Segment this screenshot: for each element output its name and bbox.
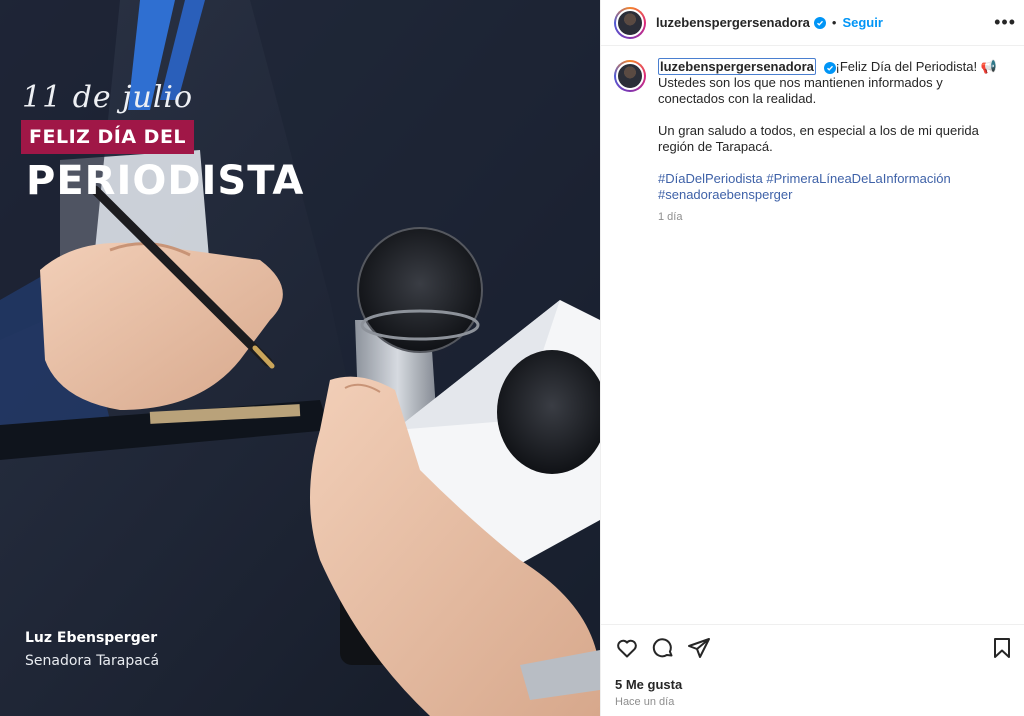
heart-icon[interactable] xyxy=(615,636,639,660)
bookmark-icon[interactable] xyxy=(990,636,1014,660)
caption-block: luzebenspergersenadora ¡Feliz Día del Pe… xyxy=(601,46,1024,225)
hashtag-link[interactable]: #PrimeraLíneaDeLaInformación xyxy=(766,171,950,186)
caption-text: luzebenspergersenadora ¡Feliz Día del Pe… xyxy=(658,58,1010,225)
caption-time: 1 día xyxy=(658,211,683,223)
post-signature-role: Senadora Tarapacá xyxy=(25,653,160,669)
author-avatar[interactable] xyxy=(614,6,646,39)
share-icon[interactable] xyxy=(687,636,711,660)
action-bar: 5 Me gusta Hace un día xyxy=(601,624,1024,708)
post-signature-name: Luz Ebensperger xyxy=(25,630,158,646)
caption-line-2: Ustedes son los que nos mantienen inform… xyxy=(658,75,943,106)
verified-icon xyxy=(823,62,836,74)
hashtag-link[interactable]: #senadoraebensperger xyxy=(658,187,792,202)
post-tag-banner: FELIZ DÍA DEL xyxy=(21,120,195,154)
verified-icon xyxy=(813,16,826,29)
post-side-panel: luzebenspergersenadora • Seguir ••• luze… xyxy=(600,0,1024,716)
posted-time: Hace un día xyxy=(615,696,675,708)
more-icon[interactable]: ••• xyxy=(994,12,1016,33)
caption-line-3: Un gran saludo a todos, en especial a lo… xyxy=(658,123,979,154)
post-headline: PERIODISTA xyxy=(26,158,305,204)
follow-button[interactable]: Seguir xyxy=(842,15,882,30)
post-date-script: 11 de julio xyxy=(22,80,194,115)
author-username[interactable]: luzebenspergersenadora xyxy=(656,15,810,30)
hashtag-link[interactable]: #DíaDelPeriodista xyxy=(658,171,763,186)
post-image[interactable]: 11 de julio FELIZ DÍA DEL PERIODISTA Luz… xyxy=(0,0,600,716)
header-separator: • xyxy=(831,15,837,30)
caption-hashtags: #DíaDelPeriodista #PrimeraLíneaDeLaInfor… xyxy=(658,171,1010,203)
comment-icon[interactable] xyxy=(651,636,675,660)
likes-count[interactable]: 5 Me gusta xyxy=(615,677,1014,692)
post-header: luzebenspergersenadora • Seguir ••• xyxy=(601,0,1024,46)
caption-avatar[interactable] xyxy=(614,60,646,92)
caption-username[interactable]: luzebenspergersenadora xyxy=(658,58,816,75)
caption-line-1: ¡Feliz Día del Periodista! 📢 xyxy=(835,59,997,74)
